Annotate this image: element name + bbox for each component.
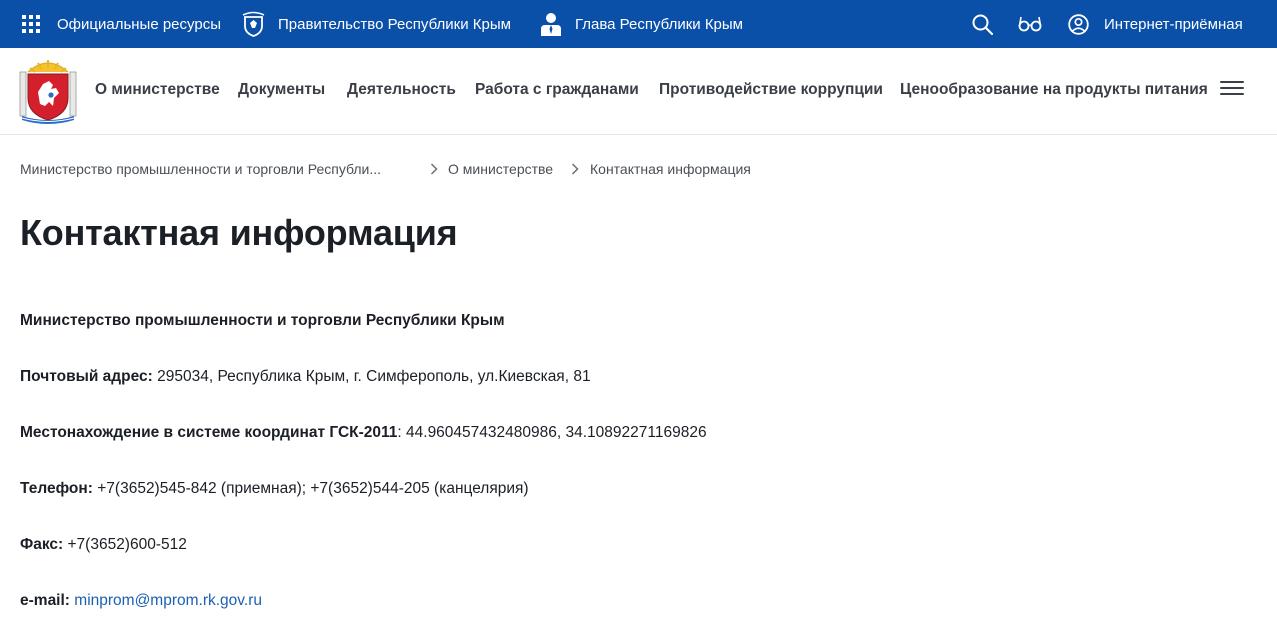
fax-label: Факс: [20,536,64,553]
breadcrumb-item-ministry[interactable]: Министерство промышленности и торговли Р… [20,161,381,177]
coordinates: Местонахождение в системе координат ГСК-… [20,424,707,442]
breadcrumb-item-about[interactable]: О министерстве [448,161,553,177]
coords-label: Местонахождение в системе координат ГСК-… [20,424,398,441]
person-icon [541,13,561,36]
coords-value: : 44.960457432480986, 34.10892271169826 [397,424,707,441]
nav-item-anticorruption[interactable]: Противодействие коррупции [659,81,883,99]
email-link[interactable]: minprom@mprom.rk.gov.ru [74,592,262,609]
top-bar: Официальные ресурсы Правительство Респуб… [0,0,1277,48]
official-resources-label: Официальные ресурсы [57,15,221,33]
official-resources-button[interactable]: Официальные ресурсы [22,0,221,48]
postal-value: 295034, Республика Крым, г. Симферополь,… [152,368,591,385]
phone: Телефон: +7(3652)545-842 (приемная); +7(… [20,480,529,498]
search-button[interactable] [972,0,993,48]
org-name: Министерство промышленности и торговли Р… [20,312,505,330]
glasses-icon [1018,16,1042,32]
nav-item-citizens[interactable]: Работа с гражданами [475,81,639,99]
head-label: Глава Республики Крым [575,15,743,33]
fax: Факс: +7(3652)600-512 [20,536,187,554]
breadcrumb-item-current: Контактная информация [590,161,751,177]
nav-item-documents[interactable]: Документы [238,81,325,99]
phone-label: Телефон: [20,480,93,497]
chevron-right-icon [571,163,579,175]
nav-item-food-prices[interactable]: Ценообразование на продукты питания [900,81,1208,99]
menu-icon[interactable] [1220,81,1244,101]
nav-item-activity[interactable]: Деятельность [347,81,456,99]
internet-reception-label: Интернет-приёмная [1104,15,1243,33]
postal-address: Почтовый адрес: 295034, Республика Крым,… [20,368,591,386]
chevron-right-icon [430,163,438,175]
government-label: Правительство Республики Крым [278,15,511,33]
email: e-mail: minprom@mprom.rk.gov.ru [20,592,262,610]
coat-of-arms-icon [242,11,265,37]
crimea-coat-of-arms-logo[interactable] [18,58,78,124]
nav-item-about[interactable]: О министерстве [95,81,220,99]
government-link[interactable]: Правительство Республики Крым [242,0,511,48]
email-label: e-mail: [20,592,70,609]
search-icon [972,14,993,35]
head-of-republic-link[interactable]: Глава Республики Крым [540,0,743,48]
internet-reception-link[interactable]: Интернет-приёмная [1068,0,1243,48]
page-title: Контактная информация [20,212,458,253]
postal-label: Почтовый адрес: [20,368,153,385]
main-navigation: О министерстве Документы Деятельность Ра… [0,48,1277,135]
fax-value: +7(3652)600-512 [63,536,187,553]
user-circle-icon [1068,13,1089,35]
grid-icon [22,15,40,33]
org-name-text: Министерство промышленности и торговли Р… [20,312,505,329]
phone-value: +7(3652)545-842 (приемная); +7(3652)544-… [92,480,529,497]
accessibility-button[interactable] [1018,0,1042,48]
